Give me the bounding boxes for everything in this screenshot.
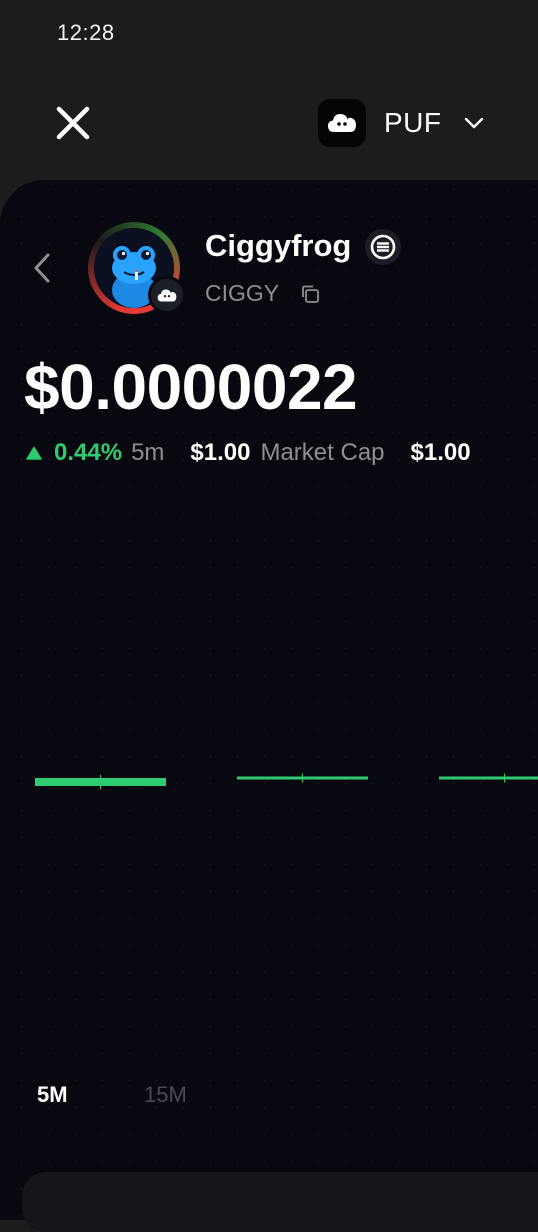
back-button[interactable] xyxy=(28,250,56,286)
network-selector[interactable]: PUF xyxy=(318,98,484,148)
price-chart[interactable] xyxy=(0,480,538,1060)
token-avatar xyxy=(88,222,186,314)
close-button[interactable] xyxy=(52,102,94,144)
network-logo xyxy=(318,99,366,147)
verified-badge-icon xyxy=(365,229,401,265)
network-label: PUF xyxy=(384,107,442,138)
chevron-down-icon xyxy=(464,117,483,129)
candle-bar-3 xyxy=(439,776,538,780)
status-time: 12:28 xyxy=(57,20,115,45)
close-icon xyxy=(56,106,90,140)
network-badge xyxy=(148,276,186,314)
chevron-left-icon xyxy=(34,253,50,283)
cloud-logo-icon xyxy=(328,114,356,132)
token-price: $0.0000022 xyxy=(24,351,358,423)
timeframe-15m[interactable]: 15M xyxy=(144,1082,187,1108)
token-symbol: CIGGY xyxy=(205,280,280,306)
change-period: 5m xyxy=(131,439,165,466)
copy-icon[interactable] xyxy=(300,284,320,304)
cloud-logo-icon xyxy=(157,289,177,301)
market-cap-label: Market Cap xyxy=(260,439,385,466)
market-cap-value: $1.00 xyxy=(190,439,251,466)
bottom-card xyxy=(22,1172,538,1232)
timeframe-5m[interactable]: 5M xyxy=(37,1082,68,1108)
price-change: 0.44% xyxy=(54,439,123,466)
stats-row: 0.44% 5m $1.00 Market Cap $1.00 xyxy=(26,437,471,469)
token-name: Ciggyfrog xyxy=(205,228,352,263)
triangle-up-icon xyxy=(26,446,42,460)
third-stat-value: $1.00 xyxy=(410,439,471,466)
